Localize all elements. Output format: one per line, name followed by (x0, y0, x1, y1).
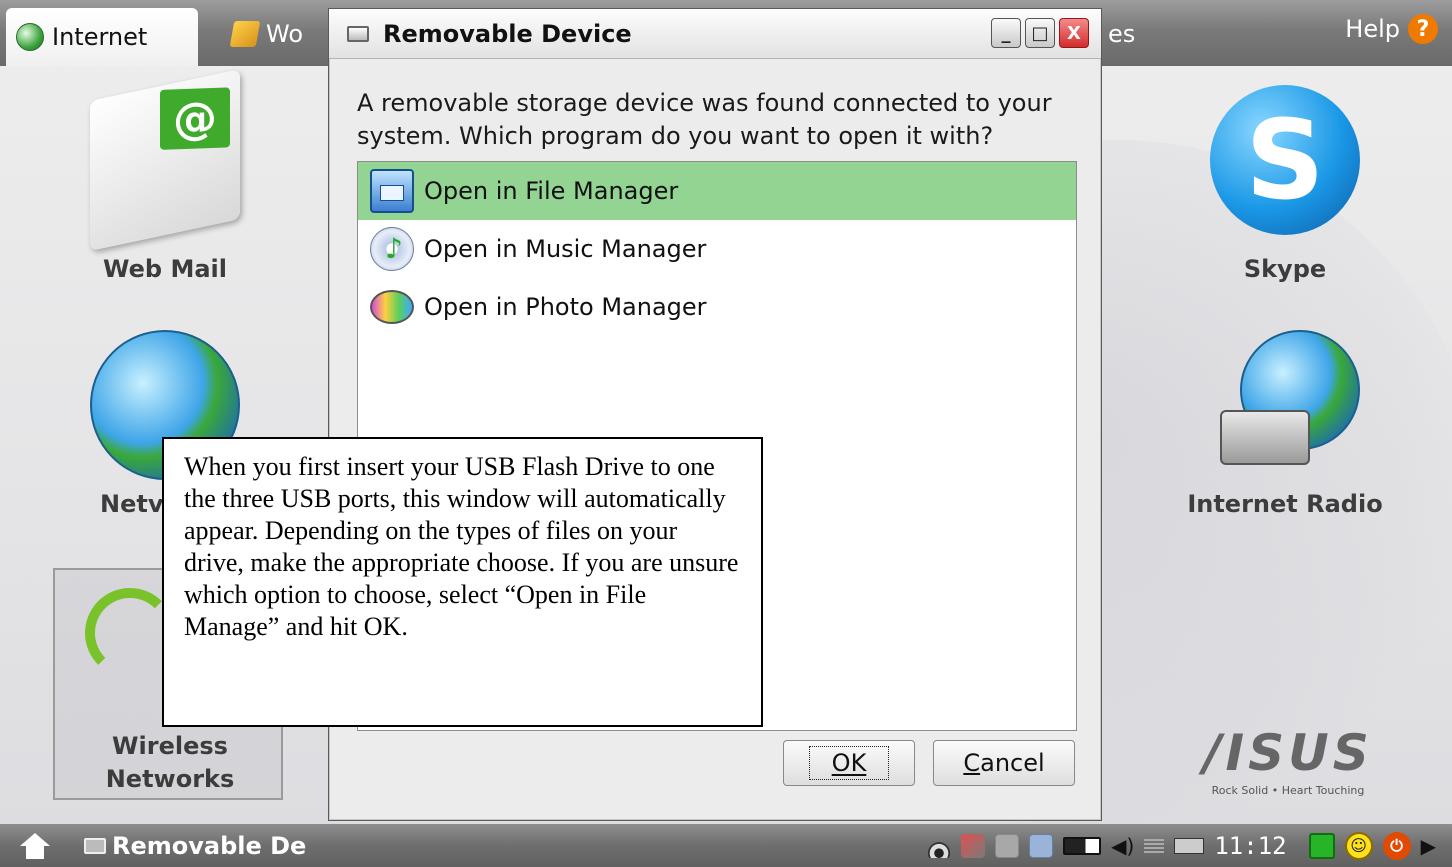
instruction-callout: When you first insert your USB Flash Dri… (162, 437, 763, 727)
list-item-label: Open in Music Manager (424, 235, 707, 263)
radio-icon (1210, 330, 1360, 480)
network-status-icon[interactable] (961, 833, 986, 858)
tray-expand-arrow-icon[interactable]: ▶ (1421, 834, 1436, 858)
volume-icon[interactable]: ◀) (1111, 834, 1134, 858)
cancel-button-label: Cancel (963, 749, 1045, 777)
window-controls: _ □ X (991, 18, 1089, 48)
file-manager-icon (370, 169, 414, 213)
app-wireless-label-group: Wireless Networks (55, 730, 285, 796)
battery-icon[interactable] (1063, 836, 1102, 855)
taskbar-item-label: Removable De (112, 831, 307, 860)
dialog-titlebar[interactable]: Removable Device _ □ X (329, 9, 1101, 59)
work-icon (229, 21, 261, 47)
system-tray: ◀) 11:12 ☺ ⏻ ▶ (927, 824, 1452, 867)
app-internet-radio[interactable]: Internet Radio (1170, 330, 1400, 518)
app-skype-label: Skype (1243, 255, 1327, 283)
skype-icon: S (1210, 85, 1360, 235)
tab-internet[interactable]: Internet (6, 8, 198, 66)
app-wireless-label-line2: Networks (105, 765, 235, 793)
help-icon: ? (1408, 14, 1438, 44)
keyboard-status-icon[interactable] (995, 833, 1020, 858)
radio-box-icon (1220, 410, 1310, 465)
minimize-button[interactable]: _ (991, 18, 1021, 48)
taskbar-item-removable-device[interactable]: Removable De (84, 832, 306, 860)
tab-partial-label: es (1108, 20, 1136, 48)
tab-work[interactable]: Wo (229, 8, 304, 60)
mail-icon (90, 69, 240, 251)
app-network-label: Netv (100, 490, 164, 518)
power-icon[interactable]: ⏻ (1382, 831, 1411, 860)
help-button[interactable]: Help ? (1345, 14, 1438, 44)
maximize-button[interactable]: □ (1025, 18, 1055, 48)
usb-device-icon[interactable] (1174, 837, 1205, 854)
tab-partial[interactable]: es (1108, 8, 1135, 60)
clock[interactable]: 11:12 (1214, 832, 1286, 860)
list-item-photo-manager[interactable]: Open in Photo Manager (358, 278, 1076, 336)
asus-tagline: Rock Solid • Heart Touching (1211, 784, 1365, 797)
dialog-title: Removable Device (383, 19, 632, 48)
taskbar: Removable De ◀) 11:12 ☺ ⏻ ▶ (0, 824, 1452, 867)
ok-button-label: OK (808, 746, 890, 780)
list-item-file-manager[interactable]: Open in File Manager (358, 162, 1076, 220)
app-skype[interactable]: S Skype (1180, 85, 1390, 283)
tab-internet-label: Internet (52, 23, 148, 51)
close-button[interactable]: X (1059, 18, 1089, 48)
app-internet-radio-label: Internet Radio (1187, 490, 1383, 518)
signal-bars-icon[interactable] (1144, 838, 1165, 853)
drive-icon (84, 837, 106, 854)
music-manager-icon (370, 227, 414, 271)
input-method-icon[interactable] (1029, 833, 1054, 858)
wifi-status-icon[interactable] (927, 833, 952, 858)
asus-logo: /ISUS Rock Solid • Heart Touching (1188, 728, 1388, 797)
tab-work-label: Wo (266, 20, 304, 48)
ok-button[interactable]: OK (783, 740, 915, 786)
smiley-icon[interactable]: ☺ (1344, 831, 1373, 860)
asus-wordmark: /ISUS (1203, 724, 1373, 782)
globe-icon (16, 23, 44, 51)
list-item-label: Open in Photo Manager (424, 293, 707, 321)
list-item-music-manager[interactable]: Open in Music Manager (358, 220, 1076, 278)
photo-manager-icon (370, 290, 414, 324)
dialog-prompt: A removable storage device was found con… (357, 89, 1052, 150)
app-web-mail[interactable]: Web Mail (60, 69, 270, 283)
app-web-mail-label: Web Mail (103, 255, 227, 283)
app-wireless-label-line1: Wireless (112, 732, 228, 760)
home-icon[interactable] (20, 832, 50, 859)
help-label: Help (1345, 15, 1400, 43)
drive-icon (347, 25, 369, 42)
list-item-label: Open in File Manager (424, 177, 679, 205)
desktop-toggle-icon[interactable] (1308, 832, 1335, 859)
cancel-button[interactable]: Cancel (933, 740, 1075, 786)
